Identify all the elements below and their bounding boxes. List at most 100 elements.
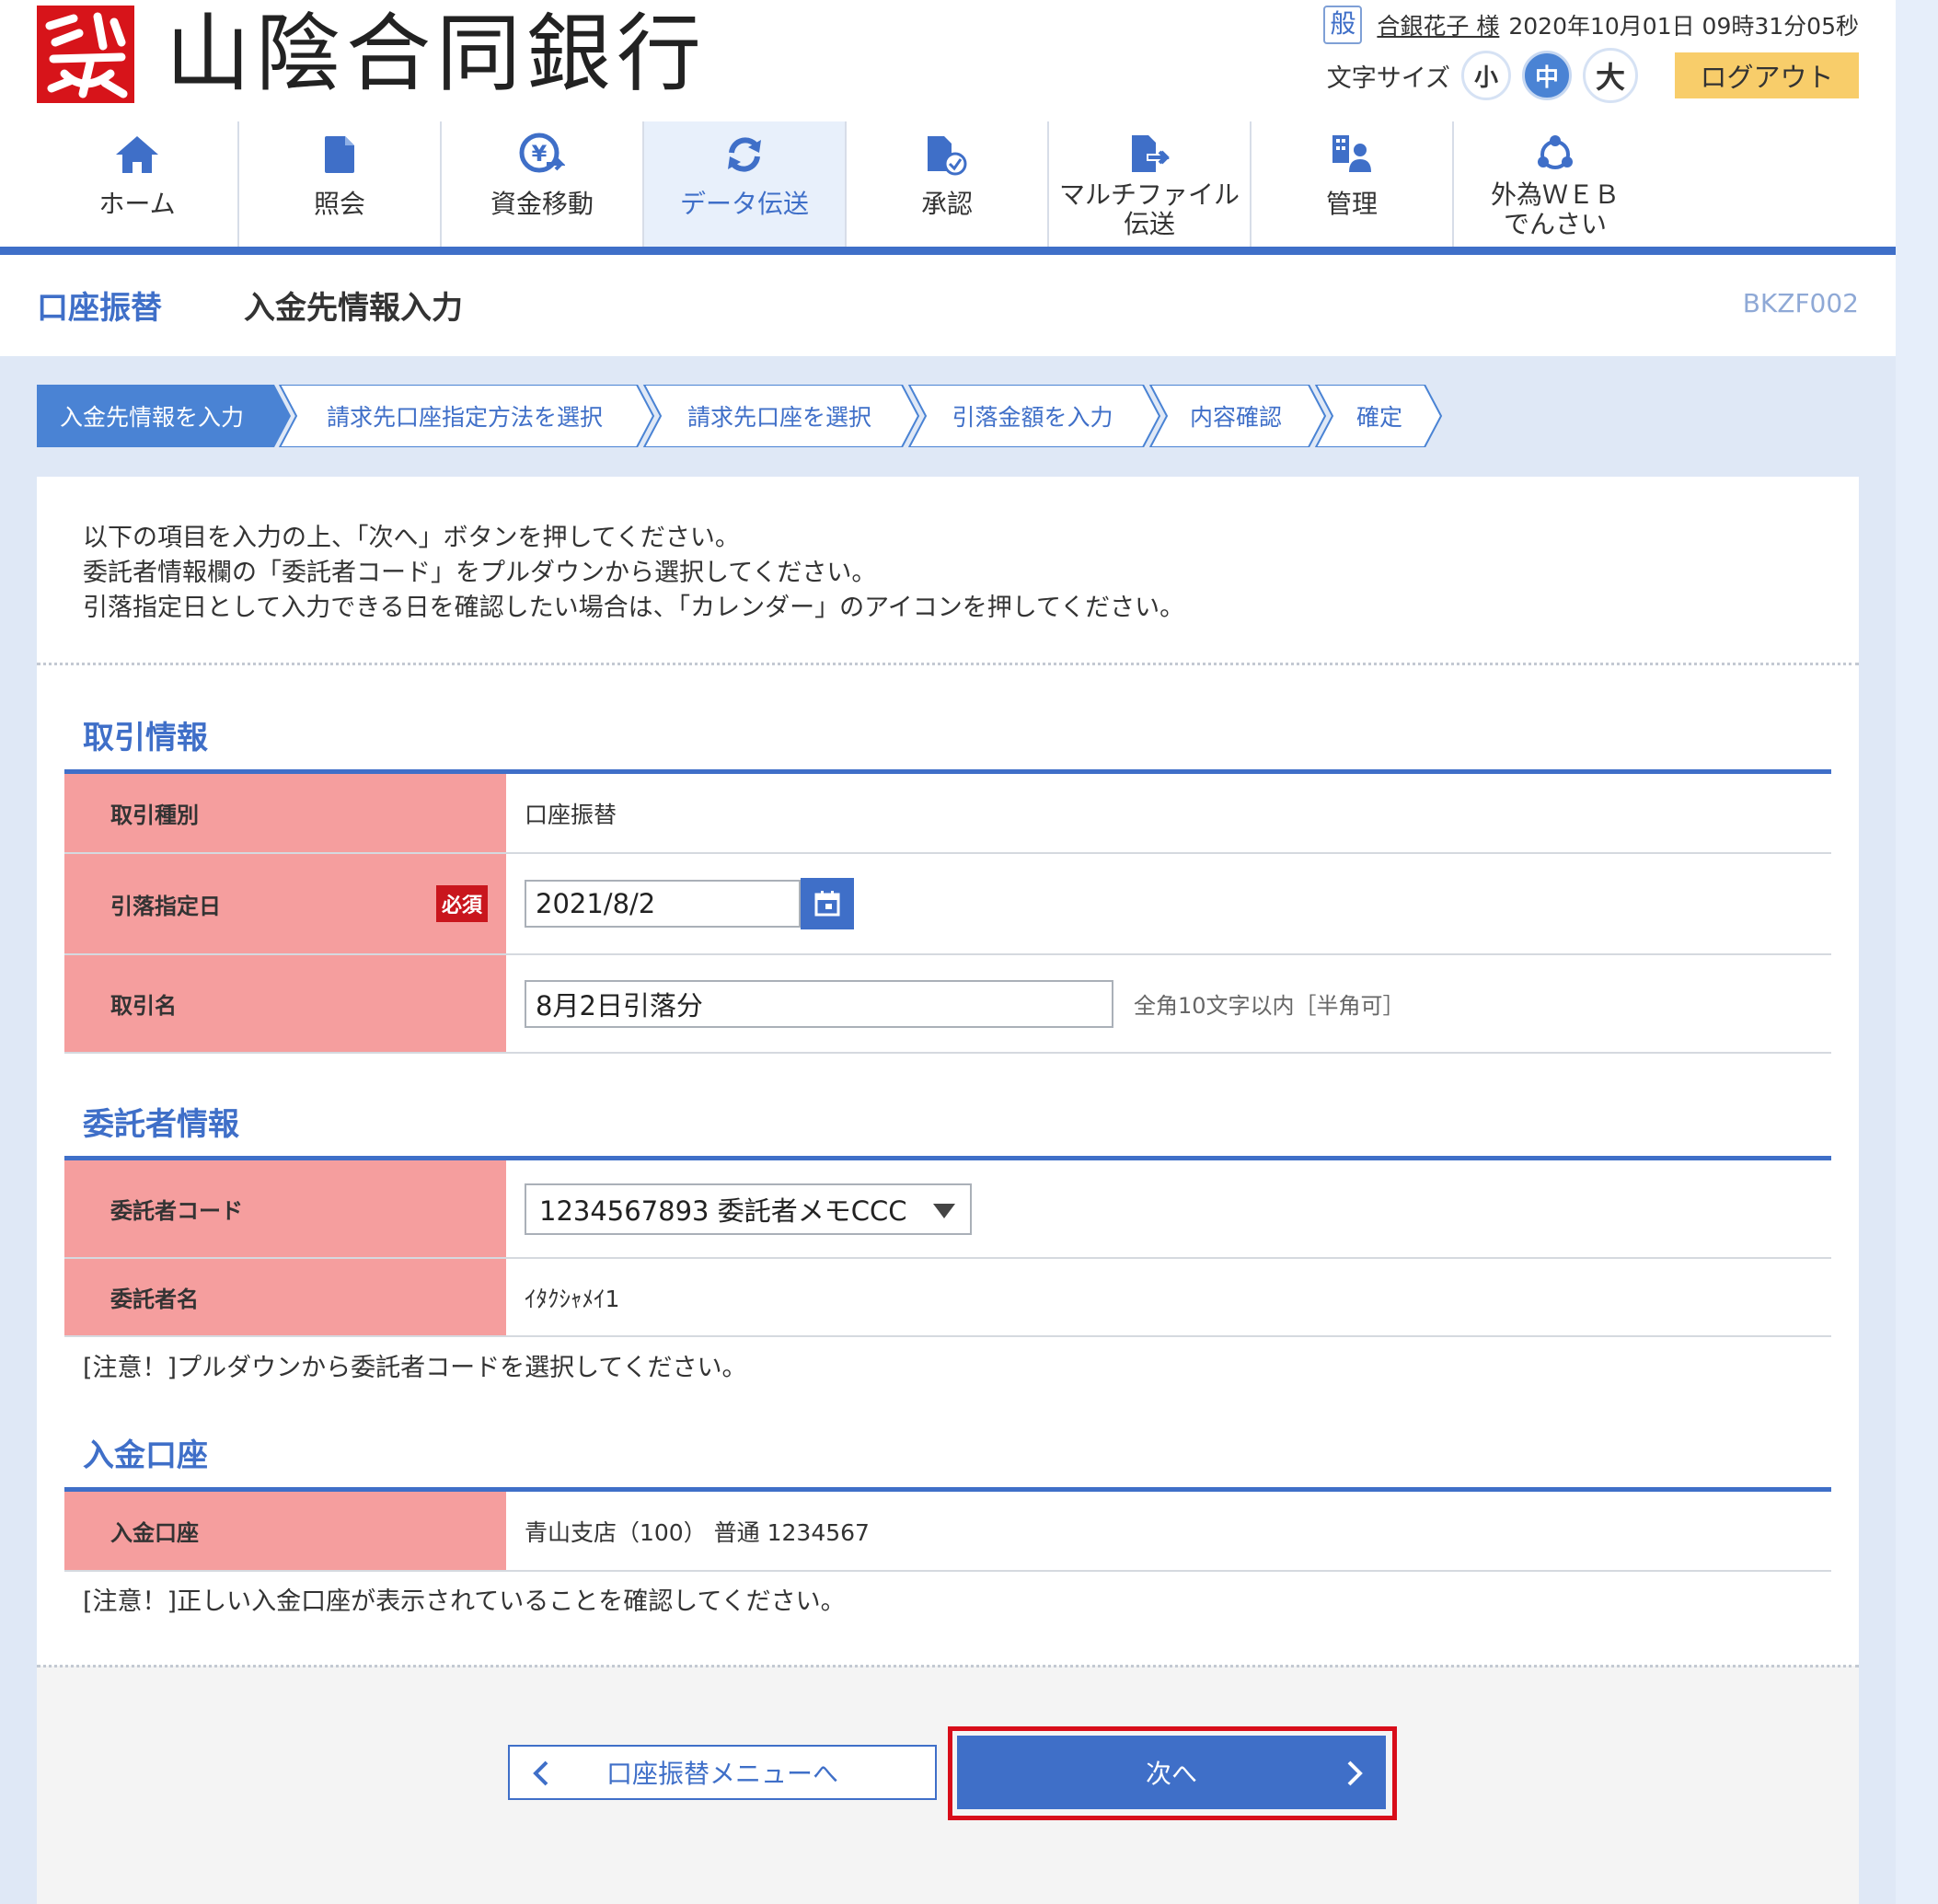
calendar-icon — [814, 891, 840, 917]
nav-item-home[interactable]: ホーム — [37, 121, 239, 247]
step-label: 確定 — [1356, 404, 1402, 431]
step-3: 請求先口座を選択 — [642, 385, 920, 447]
nav-item-admin[interactable]: 管理 — [1252, 121, 1454, 247]
calendar-button[interactable] — [801, 878, 854, 929]
bank-logo-icon — [37, 6, 134, 103]
debit-date-cell: 2021/8/2 — [506, 854, 1831, 953]
deposit-section-title: 入金口座 — [83, 1437, 208, 1474]
table-row: 取引種別 口座振替 — [64, 774, 1831, 854]
nav-label: マルチファイル 伝送 — [1059, 180, 1240, 239]
user-info: 般 合銀花子 様 2020年10月01日 09時31分05秒 — [1323, 6, 1859, 44]
transaction-table: 取引種別 口座振替 引落指定日 必須 2021/8/2 取引名 8月2日引落分 … — [64, 769, 1831, 1054]
login-datetime: 2020年10月01日 09時31分05秒 — [1508, 13, 1859, 40]
transaction-type-label: 取引種別 — [64, 774, 506, 852]
step-indicator: 入金先情報を入力 請求先口座指定方法を選択 請求先口座を選択 引落金額を入力 内… — [37, 385, 1454, 447]
table-row: 委託者コード 1234567893 委託者メモCCC — [64, 1160, 1831, 1259]
consignor-name-value: ｲﾀｸｼｬﾒｲ1 — [525, 1285, 620, 1312]
next-button[interactable]: 次へ — [957, 1736, 1386, 1809]
page-title: 入金先情報入力 — [244, 290, 463, 327]
yen-transfer-icon: ¥ — [519, 129, 565, 180]
deposit-table: 入金口座 青山支店（100） 普通 1234567 — [64, 1487, 1831, 1572]
nav-label: 外為ＷＥＢ でんさい — [1491, 180, 1620, 239]
step-label: 引落金額を入力 — [952, 404, 1113, 431]
chevron-left-icon — [533, 1760, 548, 1786]
nav-label-line2: でんさい — [1503, 209, 1607, 239]
page-gutter — [1896, 0, 1938, 1904]
divider — [37, 663, 1859, 665]
document-icon — [323, 129, 356, 180]
back-to-menu-button[interactable]: 口座振替メニューへ — [508, 1745, 937, 1800]
logout-button[interactable]: ログアウト — [1675, 52, 1859, 98]
next-button-label: 次へ — [1145, 1759, 1197, 1789]
table-row: 入金口座 青山支店（100） 普通 1234567 — [64, 1492, 1831, 1572]
deposit-note: [注意！]正しい入金口座が表示されていることを確認してください。 — [83, 1587, 846, 1616]
instruction-line: 引落指定日として入力できる日を確認したい場合は、「カレンダー」のアイコンを押して… — [83, 594, 1185, 622]
step-2: 請求先口座指定方法を選択 — [278, 385, 655, 447]
transaction-name-cell: 8月2日引落分 全角10文字以内［半角可］ — [506, 955, 1831, 1052]
nav-item-fund-transfer[interactable]: ¥ 資金移動 — [442, 121, 644, 247]
transaction-section-title: 取引情報 — [83, 720, 208, 756]
step-label: 請求先口座指定方法を選択 — [327, 404, 603, 431]
nav-label: 承認 — [920, 189, 973, 219]
nav-label: 管理 — [1325, 189, 1378, 219]
nav-label: 照会 — [313, 189, 365, 219]
debit-date-header: 引落指定日 必須 — [64, 854, 506, 953]
instructions: 以下の項目を入力の上、「次へ」ボタンを押してください。 委託者情報欄の「委託者コ… — [83, 521, 1184, 626]
consignor-note: [注意！]プルダウンから委託者コードを選択してください。 — [83, 1354, 747, 1382]
nav-underline — [0, 247, 1896, 255]
consignor-code-label: 委託者コード — [64, 1160, 506, 1257]
step-1: 入金先情報を入力 — [37, 385, 291, 447]
nav-label: ホーム — [98, 189, 176, 219]
step-5: 内容確認 — [1148, 385, 1327, 447]
nav-label-line2: 伝送 — [1123, 209, 1175, 239]
table-row: 引落指定日 必須 2021/8/2 — [64, 854, 1831, 955]
font-size-medium-button[interactable]: 中 — [1522, 51, 1572, 100]
screen-code: BKZF002 — [1742, 288, 1859, 318]
bank-name: 山陰合同銀行 — [166, 5, 708, 103]
nav-item-data-transmission[interactable]: データ伝送 — [644, 121, 847, 247]
debit-date-label: 引落指定日 — [110, 893, 221, 919]
transaction-name-hint: 全角10文字以内［半角可］ — [1134, 993, 1405, 1019]
transaction-type-value: 口座振替 — [525, 801, 617, 828]
consignor-code-cell: 1234567893 委託者メモCCC — [506, 1160, 1831, 1257]
transaction-name-label: 取引名 — [64, 955, 506, 1052]
consignor-table: 委託者コード 1234567893 委託者メモCCC 委託者名 ｲﾀｸｼｬﾒｲ1 — [64, 1156, 1831, 1337]
nav-label-line1: マルチファイル — [1058, 179, 1240, 210]
deposit-account-label: 入金口座 — [64, 1492, 506, 1570]
deposit-account-value: 青山支店（100） 普通 1234567 — [525, 1518, 870, 1546]
user-name-link[interactable]: 合銀花子 様 — [1377, 8, 1499, 41]
font-size-large-button[interactable]: 大 — [1583, 48, 1638, 103]
font-size-small-button[interactable]: 小 — [1461, 51, 1511, 100]
required-badge: 必須 — [435, 885, 488, 922]
consignor-section-title: 委託者情報 — [83, 1106, 239, 1143]
step-4: 引落金額を入力 — [907, 385, 1161, 447]
divider — [37, 1665, 1859, 1667]
transaction-name-input[interactable]: 8月2日引落分 — [525, 979, 1113, 1028]
step-6: 確定 — [1314, 385, 1443, 447]
consignor-code-value: 1234567893 委託者メモCCC — [539, 1194, 907, 1227]
file-send-icon — [1128, 129, 1171, 180]
nav-item-approval[interactable]: 承認 — [847, 121, 1049, 247]
main-content-card: 以下の項目を入力の上、「次へ」ボタンを押してください。 委託者情報欄の「委託者コ… — [37, 477, 1859, 1904]
nav-item-multifile[interactable]: マルチファイル 伝送 — [1049, 121, 1252, 247]
instruction-line: 委託者情報欄の「委託者コード」をプルダウンから選択してください。 — [83, 559, 877, 587]
consignor-code-select[interactable]: 1234567893 委託者メモCCC — [525, 1183, 972, 1235]
step-label: 内容確認 — [1190, 404, 1282, 431]
back-button-label: 口座振替メニューへ — [606, 1759, 838, 1789]
refresh-icon — [724, 129, 765, 180]
debit-date-input[interactable]: 2021/8/2 — [525, 880, 801, 928]
nav-label: 資金移動 — [490, 189, 594, 219]
font-size-switcher: 文字サイズ 小 中 大 ログアウト — [1327, 48, 1859, 103]
nav-item-forex-densai[interactable]: 外為ＷＥＢ でんさい — [1454, 121, 1656, 247]
page-title-bar: 口座振替 入金先情報入力 BKZF002 — [0, 255, 1896, 356]
dropdown-arrow-icon — [933, 1203, 955, 1218]
page-category: 口座振替 — [37, 290, 162, 327]
approve-document-icon — [926, 129, 968, 180]
nav-item-inquiry[interactable]: 照会 — [239, 121, 442, 247]
global-nav: ホーム 照会 ¥ 資金移動 データ伝送 承認 マルチファイル 伝送 管理 外為Ｗ… — [37, 121, 1656, 247]
nav-label-line1: 外為ＷＥＢ — [1490, 179, 1620, 210]
home-icon — [114, 129, 160, 180]
instruction-line: 以下の項目を入力の上、「次へ」ボタンを押してください。 — [83, 524, 740, 552]
step-label: 入金先情報を入力 — [60, 404, 244, 431]
table-row: 取引名 8月2日引落分 全角10文字以内［半角可］ — [64, 955, 1831, 1054]
